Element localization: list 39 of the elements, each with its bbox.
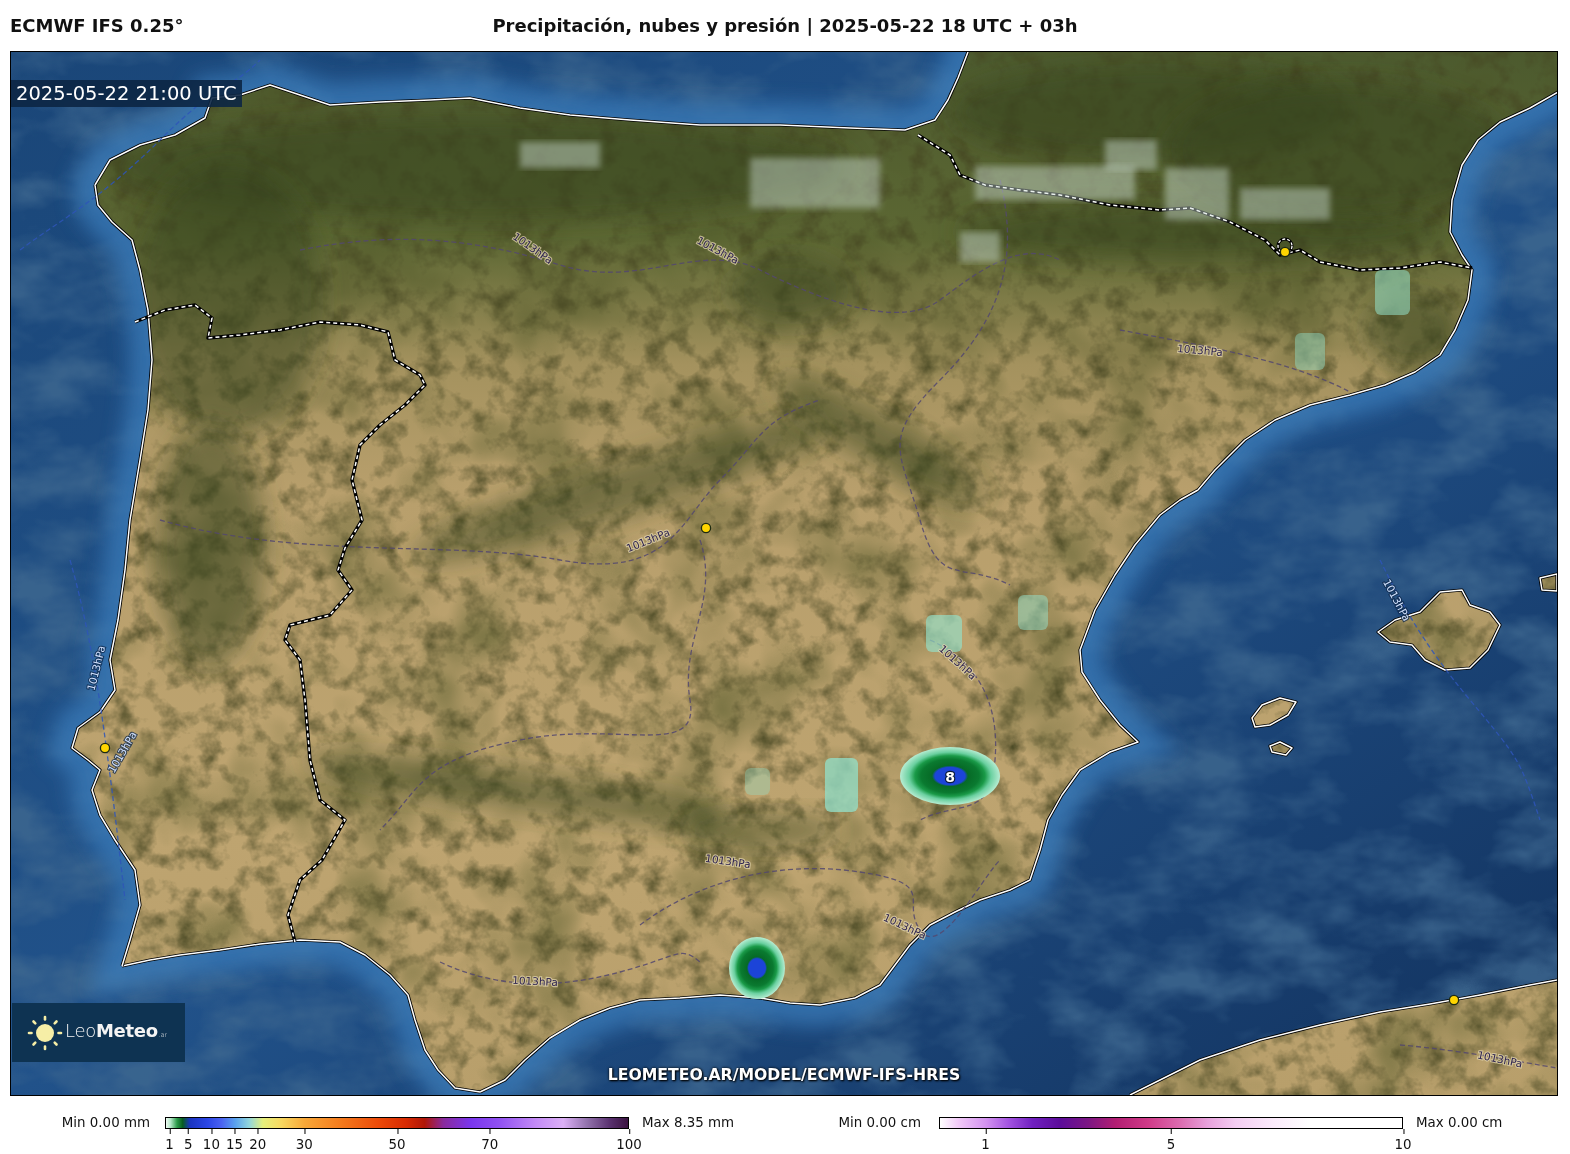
scale-min-label: Min 0.00 cm [838, 1116, 922, 1130]
isobar-label: 1013hPa [1476, 1048, 1524, 1070]
scale-tick: 15 [226, 1129, 244, 1152]
scale-tick: 100 [616, 1129, 642, 1152]
precipitation-area [1018, 595, 1048, 630]
island [1250, 696, 1298, 729]
precipitation-max-label: 8 [945, 769, 955, 785]
island [1268, 740, 1294, 757]
scale-tick: 70 [481, 1129, 499, 1152]
model-name: ECMWF IFS 0.25° [10, 14, 185, 37]
scale-tick: 10 [202, 1129, 220, 1152]
city-dot-icon [700, 522, 712, 534]
isobar-label: 1013hPa [1176, 342, 1224, 358]
scale-max-label: Max 8.35 mm [641, 1116, 735, 1130]
precipitation-area [1295, 333, 1325, 370]
scale-tick: 20 [249, 1129, 267, 1152]
scale-tick: 1 [165, 1129, 174, 1152]
precipitation-area [745, 768, 770, 795]
scale-tick: 50 [388, 1129, 406, 1152]
city-dot-icon [1279, 246, 1291, 258]
scale-tick: 10 [1394, 1129, 1412, 1152]
scale-tick: 5 [183, 1129, 193, 1152]
scale-min-label: Min 0.00 mm [61, 1116, 151, 1130]
precipitation-area [729, 937, 785, 999]
cloud-patch [1165, 168, 1229, 220]
source-url-label: LEOMETEO.AR/MODEL/ECMWF-IFS-HRES [607, 1065, 961, 1085]
isobar-label: 1013hPa [704, 851, 752, 871]
sun-logo-icon [27, 1014, 63, 1051]
city-dot-icon [1448, 994, 1460, 1006]
chart-title: Precipitación, nubes y presión | 2025-05-22 18 UTC + 03h [492, 14, 1078, 37]
precipitation-area [825, 758, 858, 812]
scale-tick: 5 [1166, 1129, 1176, 1152]
cloud-patch [960, 232, 1000, 262]
valid-time-label: 2025-05-22 21:00 UTC [11, 80, 242, 107]
scale-max-label: Max 0.00 cm [1415, 1116, 1503, 1130]
scale-tick: 1 [981, 1129, 990, 1152]
precipitation-area [1375, 270, 1410, 315]
isobar-label: 1013hPa [511, 973, 559, 989]
scale-tick: 30 [295, 1129, 313, 1152]
